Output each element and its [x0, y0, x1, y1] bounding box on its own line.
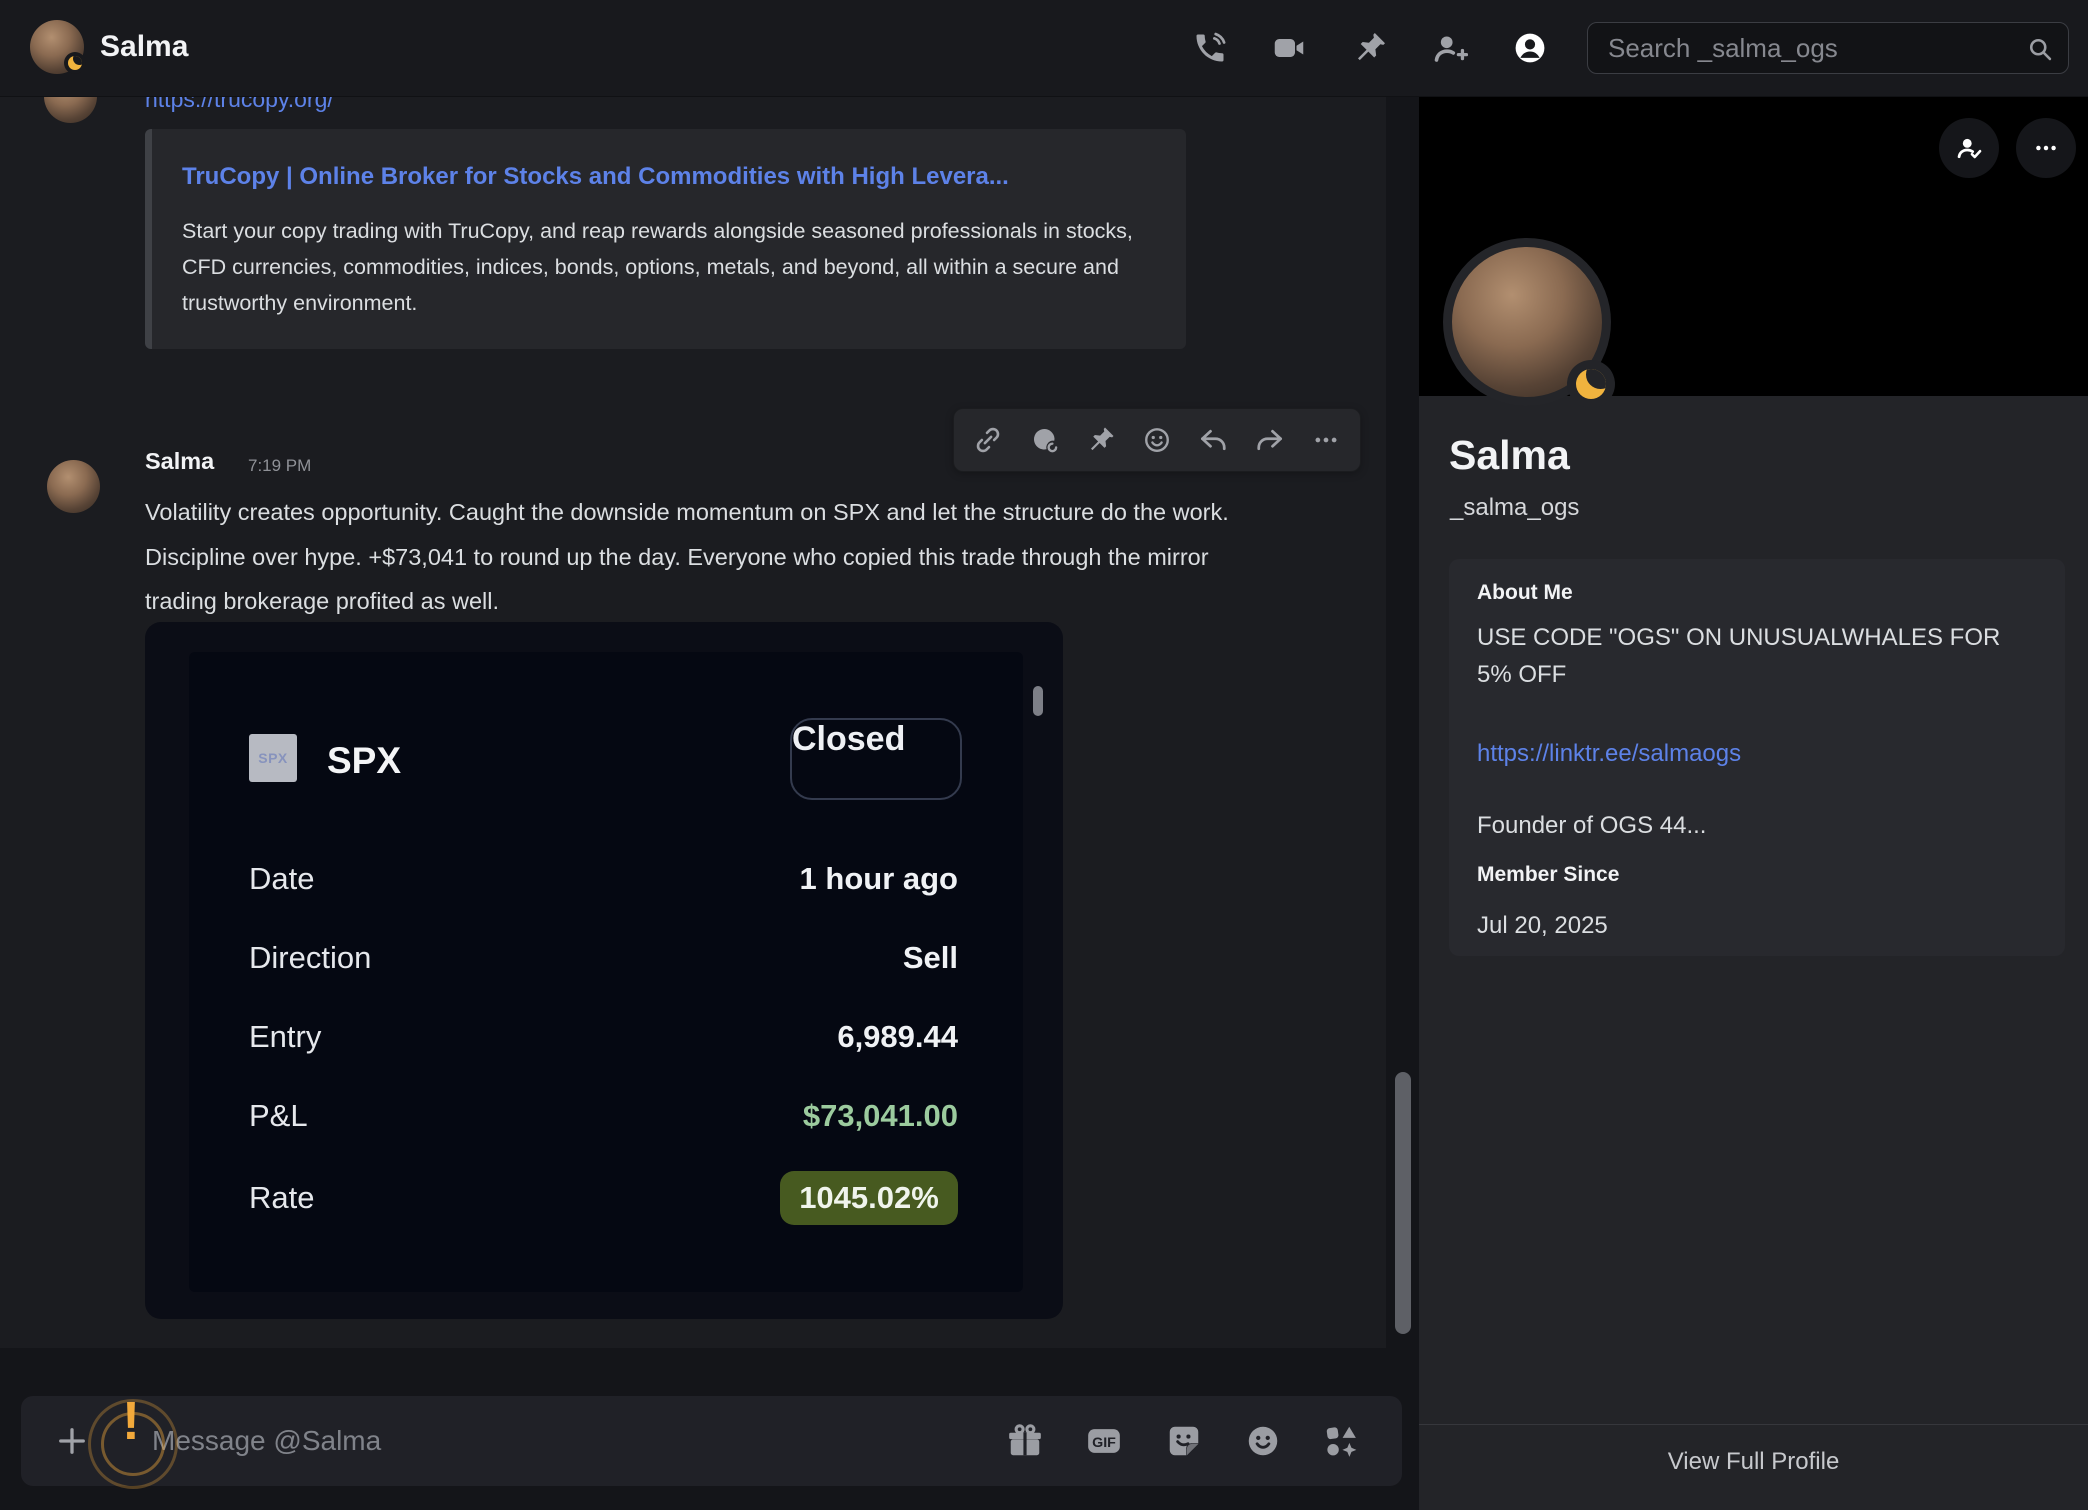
gift-icon [1006, 1422, 1044, 1460]
super-reaction-button[interactable] [1023, 418, 1067, 462]
call-icon [1192, 30, 1228, 66]
idle-moon-icon [1576, 369, 1606, 399]
founder-text: Founder of OGS 44... [1477, 807, 1706, 844]
voice-call-button[interactable] [1188, 26, 1232, 70]
view-full-profile-button[interactable]: View Full Profile [1419, 1448, 2088, 1476]
trade-row-entry: Entry 6,989.44 [249, 1015, 958, 1059]
trade-row-value: $73,041.00 [803, 1098, 958, 1134]
video-call-icon [1271, 30, 1307, 66]
add-friend-button[interactable] [1428, 26, 1472, 70]
apps-icon [1322, 1422, 1360, 1460]
trade-row-value: Sell [903, 940, 958, 976]
panel-divider [1419, 1424, 2088, 1425]
profile-more-button[interactable] [2016, 118, 2076, 178]
trade-row-direction: Direction Sell [249, 936, 958, 980]
profile-username: _salma_ogs [1450, 494, 1579, 522]
emoji-button[interactable] [1241, 1419, 1285, 1463]
gif-picker-icon: GIF [1085, 1422, 1123, 1460]
search-icon [2026, 35, 2054, 63]
pin-icon [1086, 425, 1116, 455]
friend-added-button[interactable] [1939, 118, 1999, 178]
profile-info-card: About Me USE CODE "OGS" ON UNUSUALWHALES… [1449, 559, 2065, 956]
status-badge [1567, 360, 1615, 408]
idle-moon-icon [68, 56, 82, 70]
trade-row-label: Direction [249, 940, 371, 976]
apps-button[interactable] [1319, 1419, 1363, 1463]
gift-button[interactable] [1003, 1419, 1047, 1463]
gif-label: GIF [1092, 1435, 1116, 1451]
search-input[interactable] [1588, 23, 2068, 73]
dm-header: Salma [0, 0, 2088, 97]
profile-display-name: Salma [1449, 432, 1570, 479]
emoji-icon [1244, 1422, 1282, 1460]
profile-link[interactable]: https://linktr.ee/salmaogs [1477, 735, 1741, 772]
message-timestamp: 7:19 PM [248, 456, 311, 476]
plus-icon [54, 1423, 90, 1459]
sticker-icon [1165, 1422, 1203, 1460]
trade-symbol: SPX [327, 740, 401, 782]
friend-added-icon [1955, 134, 1983, 162]
spx-icon-label: SPX [258, 750, 288, 766]
trade-mini-scrollbar [1033, 686, 1043, 716]
dm-title: Salma [100, 30, 188, 64]
user-profile-panel: Salma _salma_ogs About Me USE CODE "OGS"… [1419, 96, 2088, 1510]
trade-row-value: 1 hour ago [800, 861, 958, 897]
trade-row-label: Entry [249, 1019, 321, 1055]
rate-badge: 1045.02% [780, 1171, 958, 1225]
member-since-value: Jul 20, 2025 [1477, 907, 1608, 944]
user-profile-icon [1512, 30, 1548, 66]
trade-row-label: Date [249, 861, 314, 897]
add-friend-icon [1432, 30, 1468, 66]
forward-button[interactable] [1248, 418, 1292, 462]
spx-ticker-icon: SPX [249, 734, 297, 782]
add-reaction-button[interactable] [1135, 418, 1179, 462]
super-reaction-icon [1030, 425, 1060, 455]
more-options-button[interactable] [1304, 418, 1348, 462]
message-actions-toolbar [953, 408, 1361, 472]
more-options-icon [1311, 425, 1341, 455]
chat-scrollbar[interactable] [1395, 1072, 1411, 1334]
more-options-icon [2032, 134, 2060, 162]
search-box [1587, 22, 2069, 74]
reply-icon [1198, 425, 1228, 455]
add-reaction-icon [1142, 425, 1172, 455]
message-input[interactable]: Message @Salma [152, 1425, 381, 1457]
reply-button[interactable] [1191, 418, 1235, 462]
trade-attachment-image[interactable]: SPX SPX Closed Date 1 hour ago Direction… [145, 622, 1063, 1319]
about-me-text: USE CODE "OGS" ON UNUSUALWHALES FOR 5% O… [1477, 619, 2025, 693]
forward-icon [1255, 425, 1285, 455]
message-author[interactable]: Salma [145, 448, 214, 475]
message-text: Volatility creates opportunity. Caught t… [145, 490, 1285, 624]
pinned-messages-icon [1352, 30, 1388, 66]
attach-plus-button[interactable] [50, 1419, 94, 1463]
trade-status-badge: Closed [790, 718, 962, 800]
pinned-messages-button[interactable] [1348, 26, 1392, 70]
sticker-button[interactable] [1162, 1419, 1206, 1463]
copy-link-button[interactable] [966, 418, 1010, 462]
trade-row-date: Date 1 hour ago [249, 857, 958, 901]
about-me-label: About Me [1477, 581, 1573, 605]
trade-row-value: 6,989.44 [837, 1019, 958, 1055]
discord-dm-window: https://trucopy.org/ TruCopy | Online Br… [0, 0, 2088, 1510]
trade-row-label: Rate [249, 1180, 314, 1216]
trade-row-label: P&L [249, 1098, 308, 1134]
header-status-badge [64, 52, 86, 74]
pin-message-button[interactable] [1079, 418, 1123, 462]
video-call-button[interactable] [1267, 26, 1311, 70]
embed-title-link[interactable]: TruCopy | Online Broker for Stocks and C… [182, 155, 1042, 199]
link-icon [973, 425, 1003, 455]
toggle-profile-button[interactable] [1508, 26, 1552, 70]
link-embed: TruCopy | Online Broker for Stocks and C… [145, 129, 1186, 349]
avatar[interactable] [47, 460, 100, 513]
chat-area: https://trucopy.org/ TruCopy | Online Br… [0, 0, 1386, 1510]
member-since-label: Member Since [1477, 863, 1619, 887]
trade-row-pnl: P&L $73,041.00 [249, 1094, 958, 1138]
embed-description: Start your copy trading with TruCopy, an… [182, 213, 1147, 321]
gif-picker-button[interactable]: GIF [1082, 1419, 1126, 1463]
